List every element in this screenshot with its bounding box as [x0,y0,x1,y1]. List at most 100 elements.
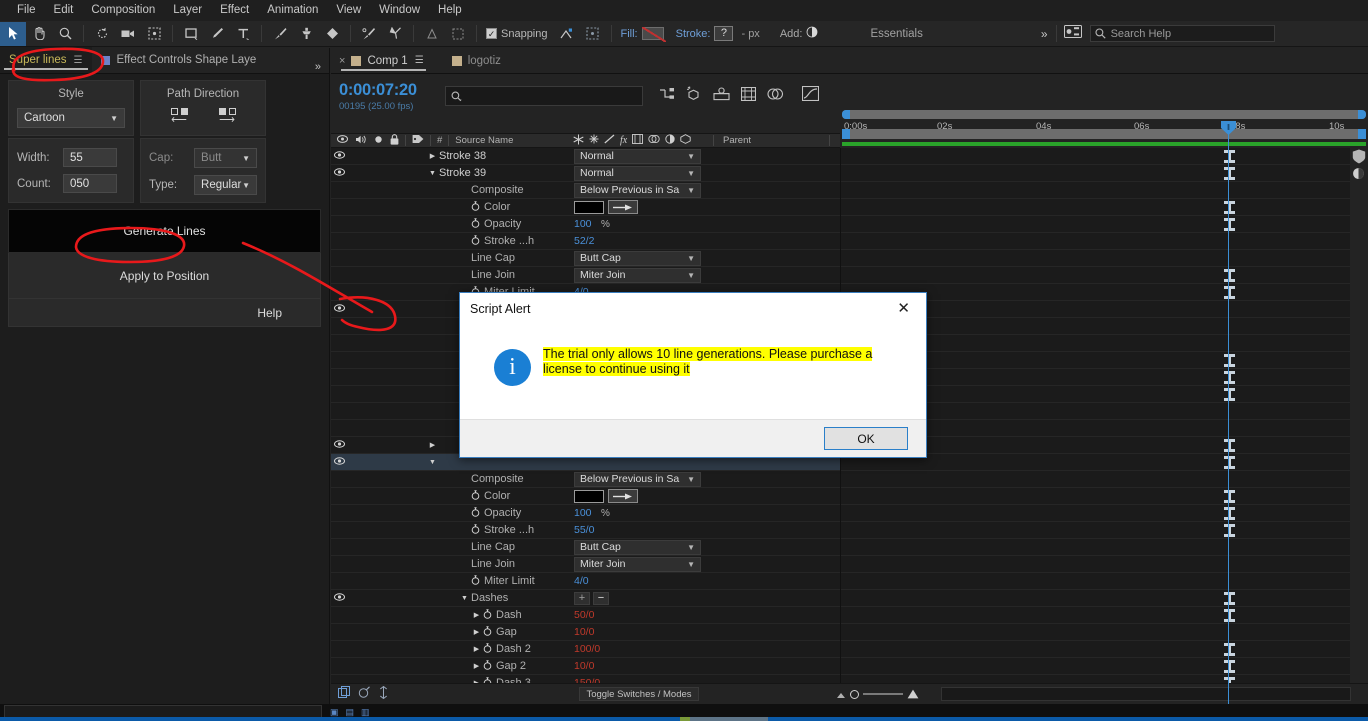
comp-renderer-icon[interactable] [1350,148,1368,165]
row-dropdown[interactable]: Normal ▼ [574,165,701,181]
keyframe-marker[interactable] [1224,524,1235,537]
table-row[interactable]: Stroke ...h 52/2 [331,233,840,250]
workspace-name[interactable]: Essentials [870,28,922,40]
snapping-checkbox[interactable]: ✓ [486,28,497,39]
twirl-icon[interactable]: ▼ [426,459,439,466]
row-dropdown[interactable]: Butt Cap ▼ [574,250,701,266]
menu-item-window[interactable]: Window [370,0,429,21]
twirl-icon[interactable]: ▼ [458,595,471,602]
eye-icon[interactable] [331,593,348,603]
hand-tool[interactable] [26,22,52,46]
workspace-chevrons[interactable]: » [1041,27,1048,41]
tab-comp-1[interactable]: × Comp 1 ☰ [331,48,432,74]
effects-icon[interactable]: fx [620,135,627,146]
table-row[interactable]: Stroke ...h 55/0 [331,522,840,539]
plus-icon[interactable]: + [574,591,590,605]
keyframe-marker[interactable] [1224,269,1235,282]
add-icon[interactable] [806,25,818,43]
adjustment-layer-icon[interactable] [665,134,675,147]
path-direction-left-button[interactable]: ⟵ [162,108,196,126]
3d-layer-icon[interactable] [680,134,691,147]
keyframe-marker[interactable] [1224,201,1235,214]
keyframe-row[interactable] [841,573,1368,590]
zoom-slider-knob[interactable] [850,689,859,699]
keyframe-marker[interactable] [1224,660,1235,673]
stopwatch-icon[interactable] [471,523,480,537]
keyframe-marker[interactable] [1224,507,1235,520]
label-tag-icon[interactable] [412,134,424,147]
table-row[interactable]: ▶ Dash 50/0 [331,607,840,624]
motion-blur-icon[interactable] [767,87,784,106]
eye-icon[interactable] [331,151,348,161]
menu-item-layer[interactable]: Layer [164,0,211,21]
zoom-slider-track[interactable] [863,693,903,695]
current-timecode[interactable]: 0:00:07:20 00195 (25.00 fps) [335,81,443,112]
path-direction-right-button[interactable]: ⟶ [210,108,244,126]
timeline-footer-field[interactable] [941,687,1351,701]
keyframe-row[interactable] [841,556,1368,573]
shy-icon[interactable] [573,134,584,148]
table-row[interactable]: Line Cap Butt Cap ▼ [331,250,840,267]
type-dropdown[interactable]: Regular ▼ [194,175,257,195]
time-range-scrollbar[interactable] [842,110,1366,119]
keyframe-row[interactable] [841,182,1368,199]
keyframe-row[interactable] [841,505,1368,522]
table-row[interactable]: Line Join Miter Join ▼ [331,556,840,573]
menu-item-view[interactable]: View [327,0,370,21]
live-update-icon[interactable] [659,87,675,106]
zoom-tool[interactable] [52,22,78,46]
stopwatch-icon[interactable] [471,506,480,520]
ok-button[interactable]: OK [824,427,908,450]
keyframe-row[interactable] [841,250,1368,267]
row-value[interactable]: 100 [574,507,592,519]
width-input[interactable]: 55 [63,148,117,167]
frame-render-time-icon[interactable] [358,686,371,702]
rectangle-tool[interactable] [178,22,204,46]
hide-shy-layers-icon[interactable] [713,86,730,106]
row-dropdown[interactable]: Miter Join ▼ [574,267,701,283]
table-row[interactable]: Line Join Miter Join ▼ [331,267,840,284]
eraser-tool[interactable] [319,22,345,46]
keyframe-row[interactable] [841,488,1368,505]
roto-brush-tool[interactable] [356,22,382,46]
type-tool[interactable] [230,22,256,46]
motion-blur-quality-icon[interactable] [1350,165,1368,182]
eye-icon[interactable] [337,135,348,146]
stopwatch-icon[interactable] [471,217,480,231]
close-icon[interactable]: ✕ [891,300,916,318]
mask-tool[interactable] [419,22,445,46]
stopwatch-icon[interactable] [483,642,492,656]
stopwatch-icon[interactable] [483,608,492,622]
lock-icon[interactable] [390,133,399,148]
snap-vertex-icon[interactable] [554,22,580,46]
stopwatch-icon[interactable] [471,234,480,248]
menu-item-composition[interactable]: Composition [82,0,164,21]
timeline-search-input[interactable] [445,86,643,106]
generate-lines-button[interactable]: Generate Lines [8,209,321,253]
solo-icon[interactable] [374,135,383,147]
fill-swatch[interactable] [641,27,666,42]
rotation-tool[interactable] [89,22,115,46]
tab-effect-controls[interactable]: Effect Controls Shape Laye [92,47,266,73]
row-value[interactable]: 100/0 [574,643,600,655]
table-row[interactable]: Composite Below Previous in Sa ▼ [331,471,840,488]
keyframe-marker[interactable] [1224,490,1235,503]
stopwatch-icon[interactable] [483,625,492,639]
keyframe-marker[interactable] [1224,150,1235,163]
table-row[interactable]: ▼ Stroke 39 Normal ▼ [331,165,840,182]
timeline-zoom-slider[interactable] [836,689,919,699]
menu-item-edit[interactable]: Edit [45,0,83,21]
table-row[interactable]: Line Cap Butt Cap ▼ [331,539,840,556]
selection-tool[interactable] [0,21,26,46]
stopwatch-icon[interactable] [471,574,480,588]
puppet-pin-tool[interactable] [382,22,408,46]
brush-tool[interactable] [267,22,293,46]
table-row[interactable]: ▶ Gap 10/0 [331,624,840,641]
table-row[interactable]: ▶ Dash 2 100/0 [331,641,840,658]
keyframe-row[interactable] [841,607,1368,624]
keyframe-row[interactable] [841,522,1368,539]
table-row[interactable]: Opacity 100% [331,505,840,522]
minus-icon[interactable]: − [593,591,609,605]
keyframe-marker[interactable] [1224,609,1235,622]
count-input[interactable]: 050 [63,174,117,193]
